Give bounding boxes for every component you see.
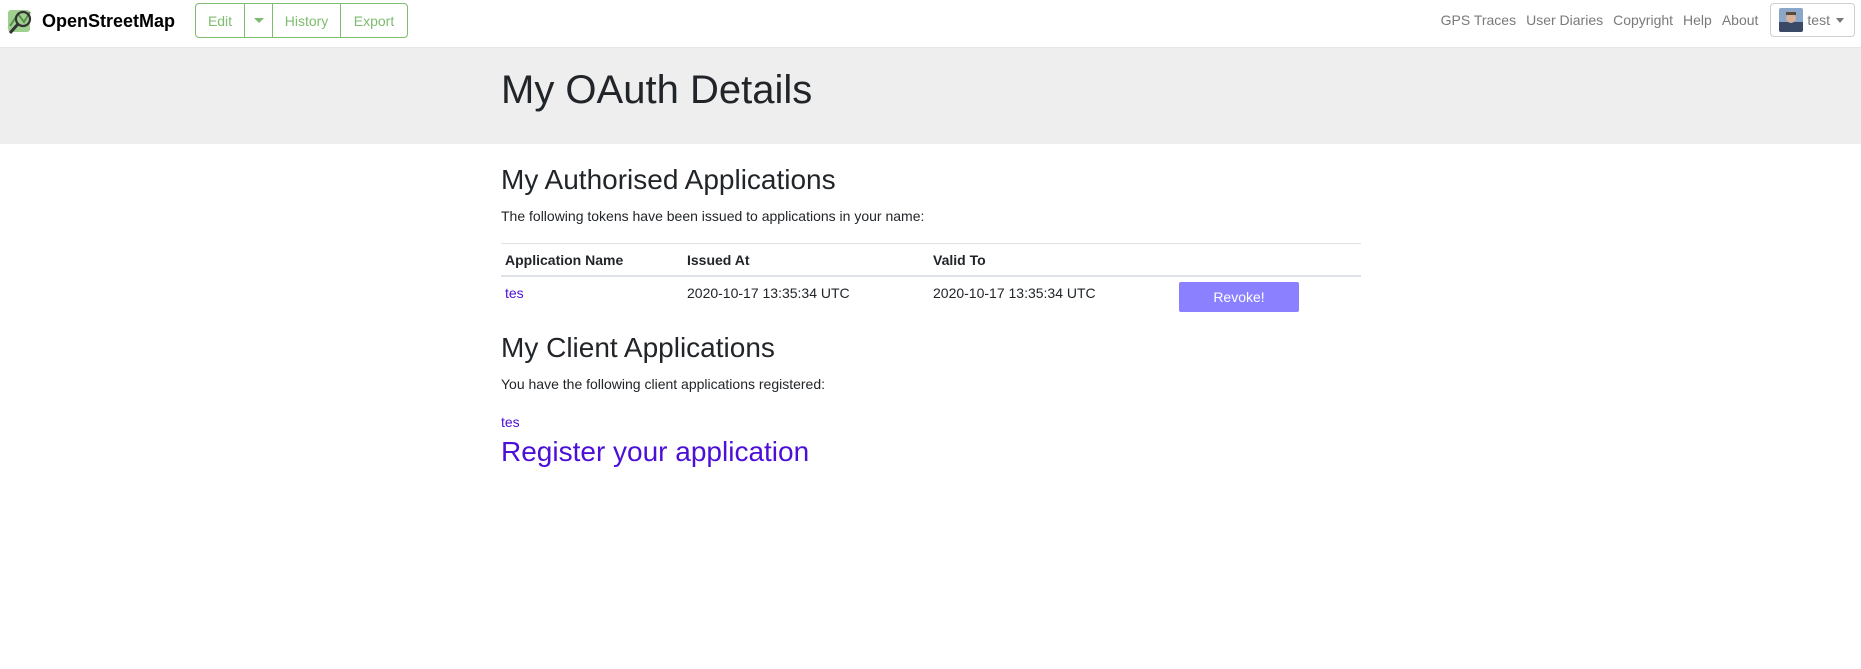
chevron-down-icon [1836, 17, 1844, 23]
osm-logo-icon [8, 10, 32, 34]
application-name-link[interactable]: tes [505, 285, 524, 301]
user-menu-button[interactable]: test [1770, 3, 1855, 37]
edit-dropdown-button[interactable] [245, 4, 273, 37]
title-band: My OAuth Details [0, 48, 1861, 144]
client-apps-intro: You have the following client applicatio… [501, 376, 826, 392]
top-navbar: OpenStreetMap Edit History Export GPS Tr… [0, 0, 1861, 48]
brand-logo[interactable]: OpenStreetMap [6, 5, 175, 37]
client-app-link[interactable]: tes [501, 414, 520, 430]
column-header-issued-at: Issued At [687, 251, 750, 268]
edit-button-group: Edit History Export [195, 3, 408, 38]
revoke-button[interactable]: Revoke! [1179, 282, 1299, 312]
column-header-application-name: Application Name [505, 251, 624, 268]
nav-about[interactable]: About [1722, 12, 1759, 28]
column-header-valid-to: Valid To [933, 251, 986, 268]
avatar [1779, 8, 1804, 32]
nav-gps-traces[interactable]: GPS Traces [1441, 12, 1516, 28]
brand-name: OpenStreetMap [42, 10, 176, 31]
authorised-apps-intro: The following tokens have been issued to… [501, 208, 925, 224]
valid-to-value: 2020-10-17 13:35:34 UTC [933, 285, 1096, 301]
issued-at-value: 2020-10-17 13:35:34 UTC [687, 285, 850, 301]
client-apps-heading: My Client Applications [501, 332, 775, 363]
user-name: test [1807, 12, 1830, 28]
nav-copyright[interactable]: Copyright [1613, 12, 1673, 28]
page-title: My OAuth Details [501, 68, 813, 112]
register-application-link[interactable]: Register your application [501, 436, 809, 468]
export-button[interactable]: Export [341, 4, 407, 37]
chevron-down-icon [253, 18, 264, 23]
nav-user-diaries[interactable]: User Diaries [1526, 12, 1603, 28]
nav-help[interactable]: Help [1683, 12, 1712, 28]
tokens-table: Application Name Issued At Valid To tes … [501, 243, 1361, 315]
history-button[interactable]: History [273, 4, 341, 37]
edit-button[interactable]: Edit [196, 4, 245, 37]
table-header: Application Name Issued At Valid To [501, 244, 1361, 277]
table-row: tes 2020-10-17 13:35:34 UTC 2020-10-17 1… [501, 277, 1361, 315]
authorised-apps-heading: My Authorised Applications [501, 164, 836, 195]
secondary-nav: GPS Traces User Diaries Copyright Help A… [1431, 0, 1861, 40]
